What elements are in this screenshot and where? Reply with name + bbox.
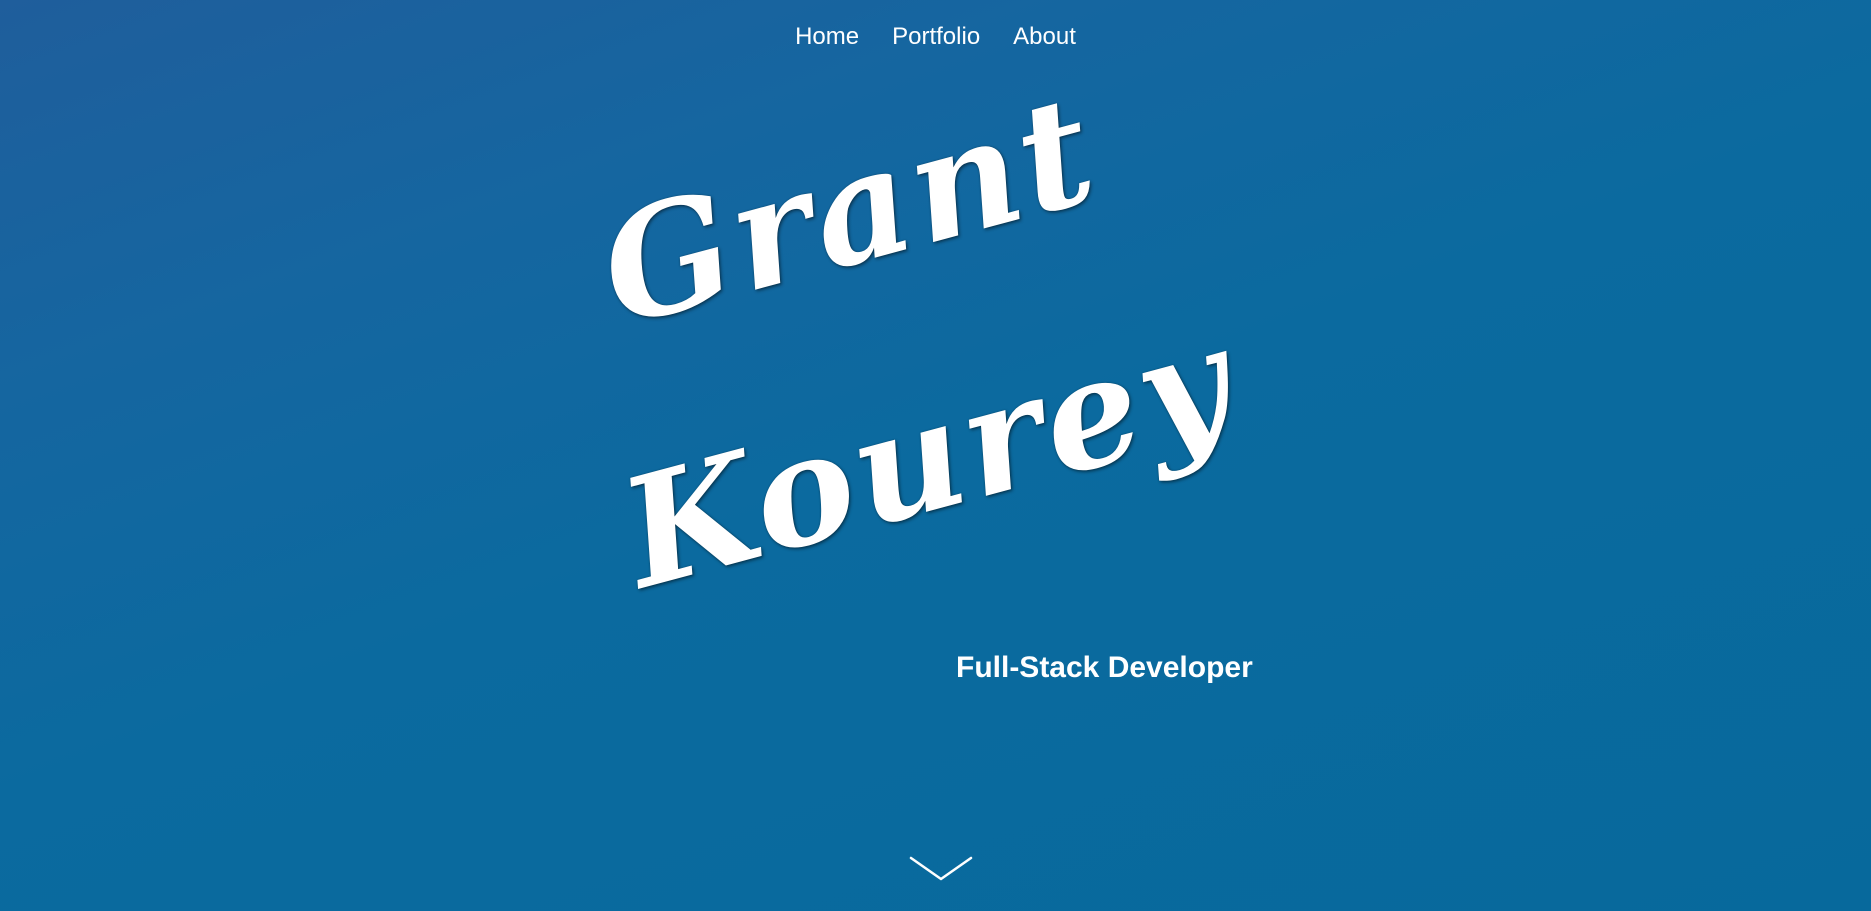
hero-name: Grant Kourey xyxy=(0,0,1871,911)
hero-first-name: Grant xyxy=(583,60,1115,361)
hero-subtitle: Full-Stack Developer xyxy=(956,651,1253,684)
hero-last-name: Kourey xyxy=(605,291,1252,623)
scroll-down-button[interactable] xyxy=(908,854,974,884)
nav-link-portfolio[interactable]: Portfolio xyxy=(892,20,980,54)
nav-link-home[interactable]: Home xyxy=(795,20,859,54)
main-nav: Home Portfolio About xyxy=(0,20,1871,54)
chevron-down-icon xyxy=(909,856,973,881)
nav-link-about[interactable]: About xyxy=(1013,20,1076,54)
